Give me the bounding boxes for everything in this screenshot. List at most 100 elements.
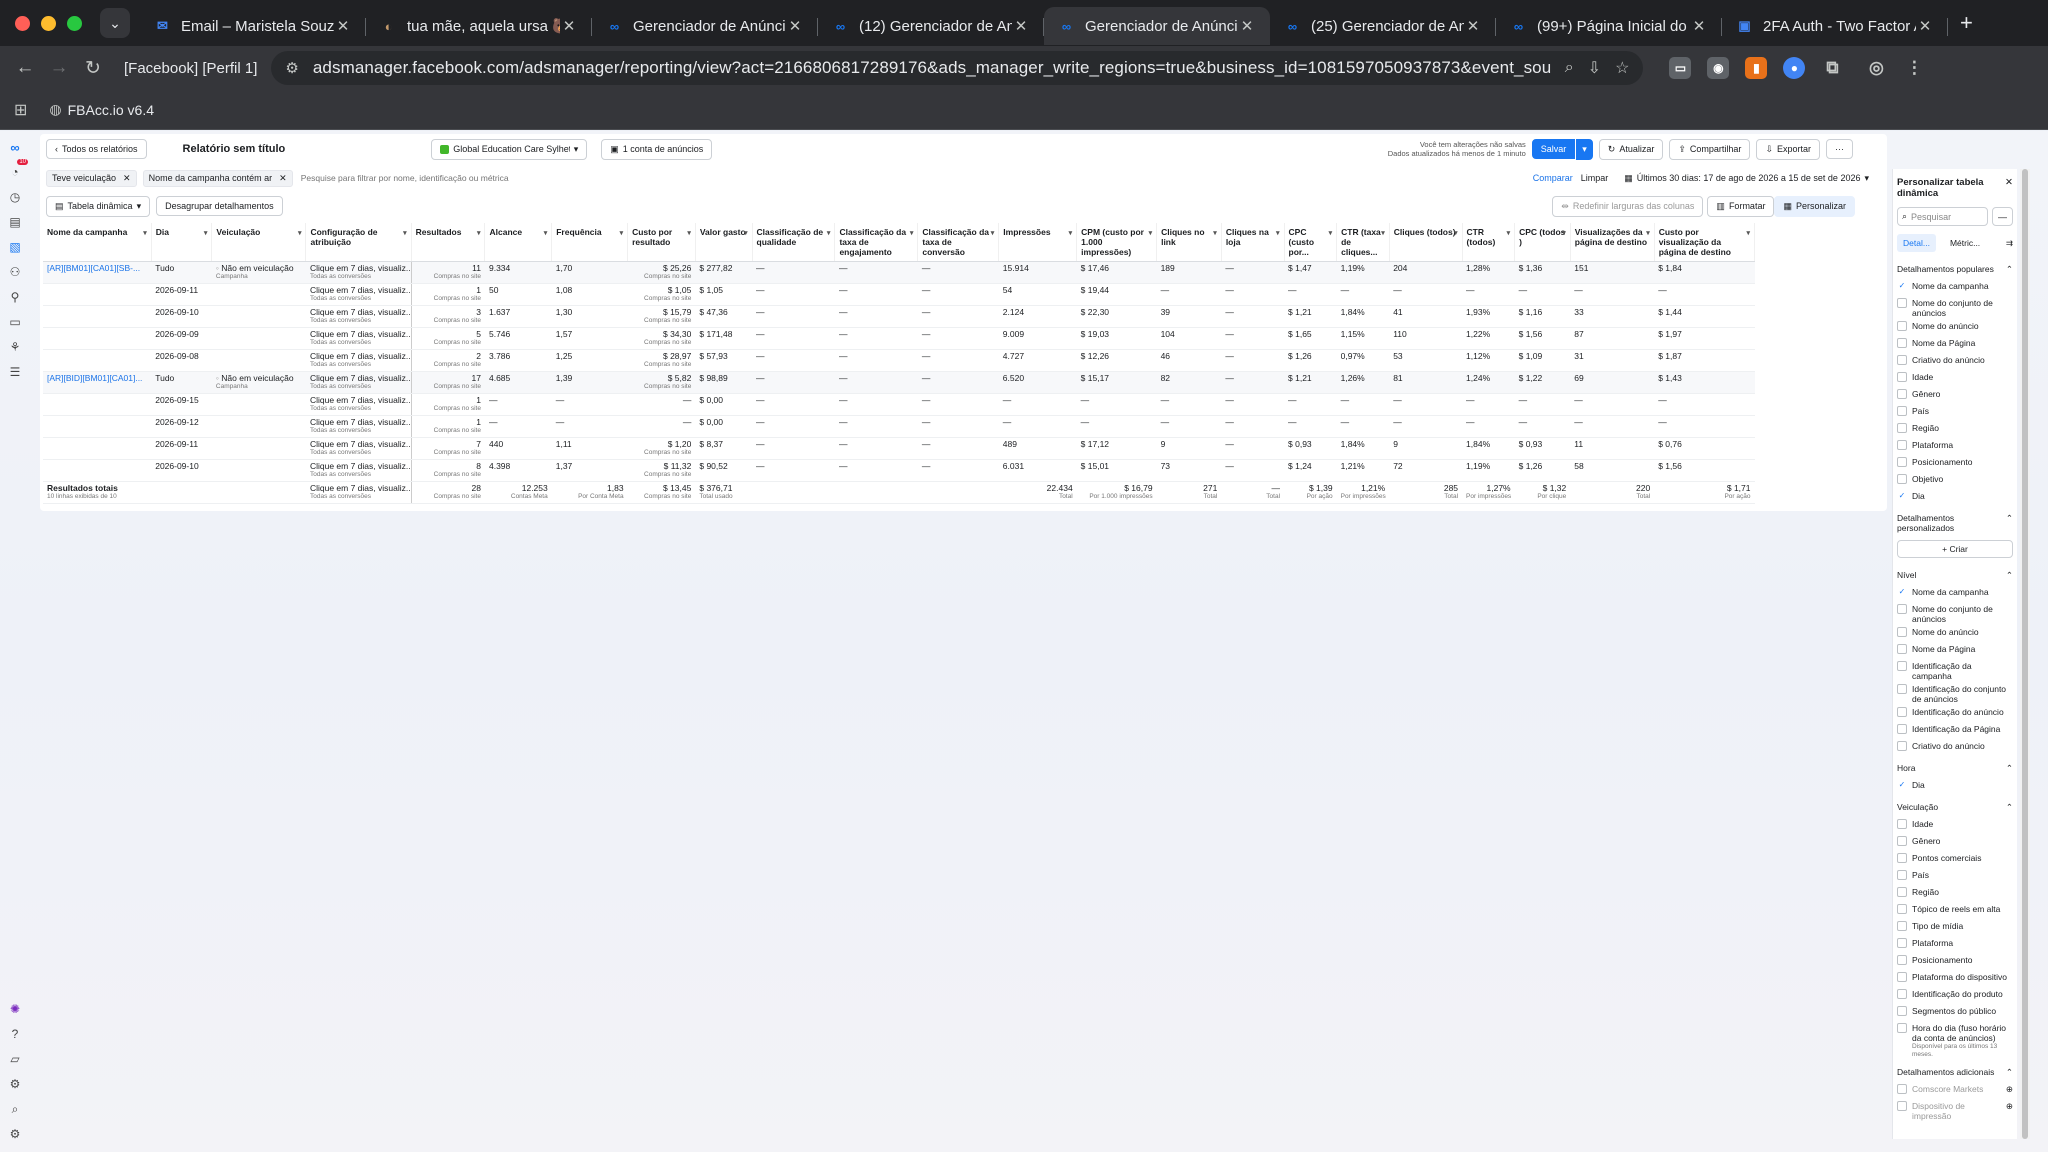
column-header[interactable]: Cliques na loja ▾ bbox=[1221, 223, 1285, 262]
all-reports-button[interactable]: ‹ Todos os relatórios bbox=[46, 139, 147, 159]
column-header[interactable]: Cliques no link ▾ bbox=[1156, 223, 1222, 262]
tab-metrics[interactable]: Métric... bbox=[1944, 234, 1986, 252]
column-header[interactable]: Dia ▾ bbox=[151, 223, 213, 262]
bookmark-fbacc[interactable]: FBAcc.io v6.4 bbox=[68, 102, 154, 118]
breakdown-option[interactable]: Posicionamento bbox=[1893, 454, 2017, 471]
checkbox[interactable] bbox=[1897, 423, 1907, 433]
column-header[interactable]: CPC (custo por... ▾ bbox=[1284, 223, 1338, 262]
menu-icon[interactable]: ☰ bbox=[7, 364, 23, 380]
breakdown-option[interactable]: Região bbox=[1893, 420, 2017, 437]
breakdown-option[interactable]: Hora do dia (fuso horário da conta de an… bbox=[1893, 1020, 2017, 1059]
breakdown-option[interactable]: ✓ Nome da campanha bbox=[1893, 584, 2017, 601]
breakdown-option[interactable]: Tipo de mídia bbox=[1893, 918, 2017, 935]
column-header[interactable]: CPC (todos ) ▾ bbox=[1514, 223, 1571, 262]
filter-chip-delivery[interactable]: Teve veiculação ✕ bbox=[46, 169, 137, 187]
column-header[interactable]: Configuração de atribuição ▾ bbox=[305, 223, 412, 262]
breakdown-option[interactable]: Criativo do anúncio bbox=[1893, 738, 2017, 755]
checkbox[interactable] bbox=[1897, 836, 1907, 846]
table-row[interactable]: 2026-09-10 Clique em 7 dias, visualiz... T… bbox=[43, 459, 1755, 482]
help-icon[interactable]: ? bbox=[7, 1026, 23, 1042]
browser-tab[interactable]: ∞ Gerenciador de Anúncios ✕ bbox=[592, 7, 818, 45]
compare-link[interactable]: Comparar bbox=[1533, 173, 1573, 183]
table-row[interactable]: 2026-09-15 Clique em 7 dias, visualiz... T… bbox=[43, 393, 1755, 416]
breakdown-option[interactable]: Identificação do anúncio bbox=[1893, 704, 2017, 721]
checkbox[interactable] bbox=[1897, 1006, 1907, 1016]
column-header[interactable]: Visualizações da página de destino ▾ bbox=[1570, 223, 1655, 262]
breakdown-option[interactable]: Nome do anúncio bbox=[1893, 318, 2017, 335]
refresh-button[interactable]: ↻ Atualizar bbox=[1598, 138, 1664, 160]
checkbox[interactable] bbox=[1897, 989, 1907, 999]
checkbox[interactable] bbox=[1897, 724, 1907, 734]
column-header[interactable]: Alcance ▾ bbox=[484, 223, 553, 262]
checkbox[interactable] bbox=[1897, 644, 1907, 654]
checkbox[interactable] bbox=[1897, 870, 1907, 880]
table-row[interactable]: 2026-09-09 Clique em 7 dias, visualiz... T… bbox=[43, 327, 1755, 350]
minimize-window-button[interactable] bbox=[41, 15, 56, 31]
breakdown-option[interactable]: Gênero bbox=[1893, 833, 2017, 850]
remove-filter-icon[interactable]: ✕ bbox=[279, 173, 287, 184]
pivot-table-dropdown[interactable]: ▤ Tabela dinâmica ▾ bbox=[46, 195, 151, 217]
events-icon[interactable]: ⚲ bbox=[7, 289, 23, 305]
table-row[interactable]: 2026-09-11 Clique em 7 dias, visualiz... T… bbox=[43, 437, 1755, 460]
tab-breakdowns[interactable]: Detal... bbox=[1897, 234, 1936, 252]
maximize-window-button[interactable] bbox=[67, 15, 82, 31]
breakdown-option[interactable]: Idade bbox=[1893, 816, 2017, 833]
breakdown-option[interactable]: Dispositivo de impressão ⊕ bbox=[1893, 1098, 2017, 1121]
reload-button[interactable]: ↻ bbox=[76, 57, 110, 80]
breakdown-option[interactable]: País bbox=[1893, 403, 2017, 420]
tab-search-button[interactable]: ⌄ bbox=[100, 8, 130, 38]
extensions-puzzle-icon[interactable]: ⧉ bbox=[1821, 57, 1843, 79]
close-tab-icon[interactable]: ✕ bbox=[1012, 17, 1030, 35]
checkbox[interactable] bbox=[1897, 627, 1907, 637]
close-tab-icon[interactable]: ✕ bbox=[786, 17, 804, 35]
overview-icon[interactable]: ◷ bbox=[7, 189, 23, 205]
browser-tab[interactable]: ∞ Gerenciador de Anúncios ✕ bbox=[1044, 7, 1270, 45]
checkbox[interactable] bbox=[1897, 819, 1907, 829]
breakdown-option[interactable]: Região bbox=[1893, 884, 2017, 901]
checkbox[interactable] bbox=[1897, 604, 1907, 614]
remove-filter-icon[interactable]: ✕ bbox=[123, 173, 131, 184]
scroll-thumb[interactable] bbox=[2022, 169, 2028, 1139]
cast-icon[interactable]: ▭ bbox=[1669, 57, 1692, 79]
checkmark-icon[interactable]: ✓ bbox=[1897, 491, 1907, 501]
extension-orange-icon[interactable]: ▮ bbox=[1745, 57, 1768, 79]
checkbox[interactable] bbox=[1897, 457, 1907, 467]
close-tab-icon[interactable]: ✕ bbox=[1690, 17, 1708, 35]
tools-icon[interactable]: ⚘ bbox=[7, 339, 23, 355]
popular-section-header[interactable]: Detalhamentos populares ⌃ bbox=[1893, 256, 2017, 278]
settings-icon[interactable]: ⚙ bbox=[7, 1076, 23, 1092]
browser-tab[interactable]: ∞ (12) Gerenciador de Anú ✕ bbox=[818, 7, 1044, 45]
feedback-icon[interactable]: ▱ bbox=[7, 1051, 23, 1067]
checkbox[interactable] bbox=[1897, 389, 1907, 399]
browser-tab[interactable]: ✉ Email – Maristela Souza -✕ bbox=[140, 7, 366, 45]
billing-icon[interactable]: ▭ bbox=[7, 314, 23, 330]
browser-menu-icon[interactable]: ⋮ bbox=[1903, 57, 1925, 79]
format-button[interactable]: ▥ Formatar bbox=[1707, 195, 1775, 217]
column-header[interactable]: Veiculação ▾ bbox=[211, 223, 307, 262]
checkbox[interactable] bbox=[1897, 338, 1907, 348]
extra-section-header[interactable]: Detalhamentos adicionais ⌃ bbox=[1893, 1059, 2017, 1081]
breakdown-option[interactable]: Nome do conjunto de anúncios bbox=[1893, 601, 2017, 624]
breakdown-option[interactable]: Gênero bbox=[1893, 386, 2017, 403]
checkbox[interactable] bbox=[1897, 661, 1907, 671]
column-header[interactable]: Classificação da taxa de conversão ▾ bbox=[917, 223, 1000, 262]
column-header[interactable]: Nome da campanha ▾ bbox=[43, 223, 152, 262]
checkbox[interactable] bbox=[1897, 321, 1907, 331]
close-panel-icon[interactable]: ✕ bbox=[2005, 177, 2013, 199]
breakdown-option[interactable]: Identificação da campanha bbox=[1893, 658, 2017, 681]
column-header[interactable]: Cliques (todos) ▾ bbox=[1389, 223, 1463, 262]
account-count-button[interactable]: ▣ 1 conta de anúncios bbox=[601, 138, 713, 160]
checkbox[interactable] bbox=[1897, 921, 1907, 931]
address-bar[interactable]: ⚙ adsmanager.facebook.com/adsmanager/rep… bbox=[271, 51, 1644, 85]
breakdown-option[interactable]: Segmentos do público bbox=[1893, 1003, 2017, 1020]
level-section-header[interactable]: Nível ⌃ bbox=[1893, 562, 2017, 584]
column-header[interactable]: Frequência ▾ bbox=[551, 223, 629, 262]
campaigns-icon[interactable]: ▤ bbox=[7, 214, 23, 230]
checkbox[interactable] bbox=[1897, 904, 1907, 914]
column-header[interactable]: CPM (custo por 1.000 impressões) ▾ bbox=[1076, 223, 1158, 262]
breakdown-option[interactable]: Nome do anúncio bbox=[1893, 624, 2017, 641]
table-row[interactable]: 2026-09-10 Clique em 7 dias, visualiz... T… bbox=[43, 305, 1755, 328]
customize-button[interactable]: ▦ Personalizar bbox=[1774, 195, 1855, 217]
browser-tab[interactable]: ▣ 2FA Auth - Two Factor Au ✕ bbox=[1722, 7, 1948, 45]
zoom-icon[interactable]: ⌕ bbox=[1565, 59, 1574, 77]
